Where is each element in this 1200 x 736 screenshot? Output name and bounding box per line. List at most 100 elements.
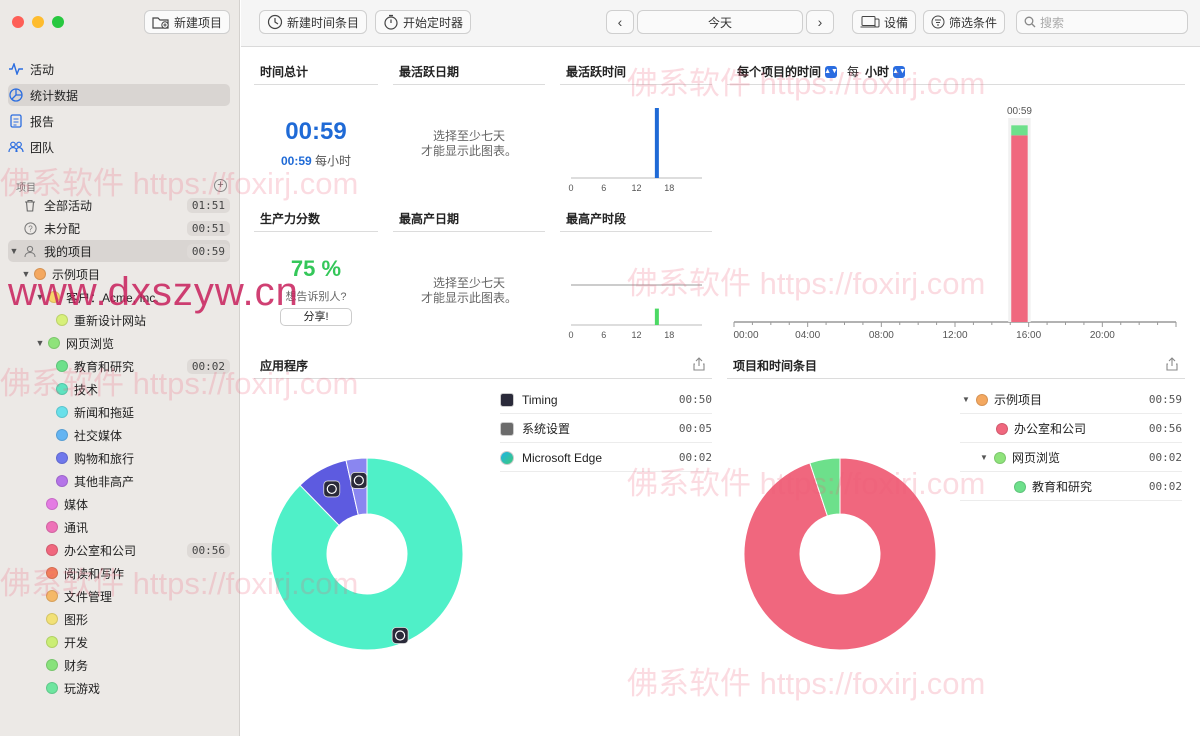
date-picker[interactable]: 今天: [637, 10, 803, 34]
chevron-down-icon[interactable]: ▼: [962, 395, 976, 404]
close-window-button[interactable]: [12, 16, 24, 28]
project-tree-item[interactable]: 开发: [8, 631, 230, 653]
project-tree-item[interactable]: 玩游戏: [8, 677, 230, 699]
project-legend-row[interactable]: 教育和研究 00:02: [960, 473, 1182, 501]
start-timer-button[interactable]: 开始定时器: [375, 10, 472, 34]
project-tree-item[interactable]: 社交媒体: [8, 424, 230, 446]
x-tick-label: 00:00: [733, 330, 758, 341]
project-tree-item[interactable]: 其他非高产: [8, 470, 230, 492]
search-field[interactable]: 搜索: [1016, 10, 1188, 34]
report-icon: [8, 113, 24, 129]
project-tree-item[interactable]: 重新设计网站: [8, 309, 230, 331]
x-tick-label: 12:00: [942, 330, 967, 341]
project-name: 网页浏览: [1012, 451, 1061, 465]
chevron-down-icon[interactable]: ▼: [34, 292, 46, 302]
timing-app-icon: [500, 392, 514, 407]
new-folder-icon: [152, 17, 169, 29]
project-tree-label: 社交媒体: [74, 428, 123, 443]
project-tree-item[interactable]: ▼ 客户：Acme, Inc.: [8, 286, 230, 308]
per-project-label: 每个项目的时间: [737, 65, 822, 79]
share-button[interactable]: 分享!: [280, 308, 352, 326]
project-tree-item[interactable]: 新闻和拖延: [8, 401, 230, 423]
edge-app-icon: [350, 472, 368, 489]
sidebar-item-activity[interactable]: 活动: [8, 58, 230, 80]
time-badge: 00:02: [186, 358, 230, 374]
new-time-entry-button[interactable]: 新建时间条目: [259, 10, 368, 34]
project-time: 00:02: [1148, 480, 1182, 493]
project-tree-label: 客户：Acme, Inc.: [66, 290, 159, 305]
sidebar-item-label: 团队: [30, 140, 55, 155]
project-legend-row[interactable]: 办公室和公司 00:56: [960, 415, 1182, 443]
device-button[interactable]: 设備: [852, 10, 917, 34]
chevron-down-icon[interactable]: ▼: [8, 246, 20, 256]
project-tree-item[interactable]: 图形: [8, 608, 230, 630]
tell-others-label: 想告诉别人?: [285, 291, 347, 303]
apps-title: 应用程序: [260, 359, 309, 373]
per-project-title: 每个项目的时间 ▲▼ 每 小时 ▲▼: [737, 63, 909, 80]
time-badge: 01:51: [186, 197, 230, 213]
sidebar-item-all-activities[interactable]: 全部活动 01:51: [8, 194, 230, 216]
most-active-time-title: 最活跃时间: [566, 65, 627, 79]
project-time: 00:56: [1148, 422, 1182, 435]
project-tree-label: 开发: [64, 635, 89, 650]
sidebar-item-statistics[interactable]: 统计数据: [8, 84, 230, 106]
project-color-dot: [994, 451, 1006, 464]
sidebar-item-my-projects[interactable]: ▼ 我的项目 00:59: [8, 240, 230, 262]
sidebar-item-reports[interactable]: 报告: [8, 110, 230, 132]
zoom-window-button[interactable]: [52, 16, 64, 28]
sidebar-item-team[interactable]: 团队: [8, 136, 230, 158]
filter-button[interactable]: 筛选条件: [923, 10, 1006, 34]
project-tree-item[interactable]: 技术: [8, 378, 230, 400]
project-tree-label: 购物和旅行: [74, 451, 135, 466]
app-legend-row[interactable]: Microsoft Edge 00:02: [500, 444, 712, 472]
project-color-dot: [56, 406, 68, 418]
projects-share-icon[interactable]: [1166, 357, 1178, 374]
project-tree-item[interactable]: 通讯: [8, 516, 230, 538]
metric-popup-icon[interactable]: ▲▼: [824, 65, 838, 78]
most-active-day-title: 最活跃日期: [399, 65, 460, 79]
app-legend-row[interactable]: Timing 00:50: [500, 386, 712, 414]
project-color-dot: [48, 337, 60, 349]
add-project-icon[interactable]: +: [214, 179, 227, 192]
interval-popup-icon[interactable]: ▲▼: [892, 65, 906, 78]
need-seven-days-message: 选择至少七天 才能显示此图表。: [420, 129, 517, 158]
chart-bar-segment: [1011, 125, 1028, 136]
project-legend-row[interactable]: ▼ 示例项目 00:59: [960, 386, 1182, 414]
project-tree-item[interactable]: ▼ 网页浏览: [8, 332, 230, 354]
project-color-dot: [46, 636, 58, 648]
sidebar-item-unassigned[interactable]: ? 未分配 00:51: [8, 217, 230, 239]
project-tree-item[interactable]: 教育和研究 00:02: [8, 355, 230, 377]
project-tree-label: 文件管理: [64, 589, 113, 604]
minimize-window-button[interactable]: [32, 16, 44, 28]
project-tree-label: 媒体: [64, 497, 89, 512]
project-legend-row[interactable]: ▼ 网页浏览 00:02: [960, 444, 1182, 472]
most-productive-day-title: 最高产日期: [399, 212, 460, 226]
next-date-button[interactable]: ›: [806, 10, 834, 34]
per-label: 每: [847, 65, 860, 79]
chevron-down-icon[interactable]: ▼: [980, 453, 994, 462]
new-project-button[interactable]: 新建项目: [144, 10, 231, 34]
project-tree-item[interactable]: 财务: [8, 654, 230, 676]
project-tree-item[interactable]: 媒体: [8, 493, 230, 515]
project-color-dot: [46, 544, 58, 556]
project-tree-label: 图形: [64, 612, 89, 627]
project-name: 办公室和公司: [1014, 422, 1087, 436]
project-tree-item[interactable]: 购物和旅行: [8, 447, 230, 469]
previous-date-button[interactable]: ‹: [606, 10, 634, 34]
project-tree-item[interactable]: 阅读和写作: [8, 562, 230, 584]
project-tree-label: 新闻和拖延: [74, 405, 135, 420]
project-tree-item[interactable]: 文件管理: [8, 585, 230, 607]
project-color-dot: [56, 429, 68, 441]
apps-share-icon[interactable]: [693, 357, 705, 374]
project-time: 00:59: [1148, 393, 1182, 406]
app-legend-row[interactable]: 系统设置 00:05: [500, 415, 712, 443]
chart-bar: [654, 308, 659, 325]
project-tree-label: 教育和研究: [74, 359, 135, 374]
x-tick-label: 20:00: [1090, 330, 1115, 341]
project-color-dot: [46, 498, 58, 510]
project-name: 教育和研究: [1032, 480, 1093, 494]
project-tree-item[interactable]: 办公室和公司 00:56: [8, 539, 230, 561]
chevron-down-icon[interactable]: ▼: [34, 338, 46, 348]
project-tree-item[interactable]: ▼ 示例项目: [8, 263, 230, 285]
chevron-down-icon[interactable]: ▼: [20, 269, 32, 279]
